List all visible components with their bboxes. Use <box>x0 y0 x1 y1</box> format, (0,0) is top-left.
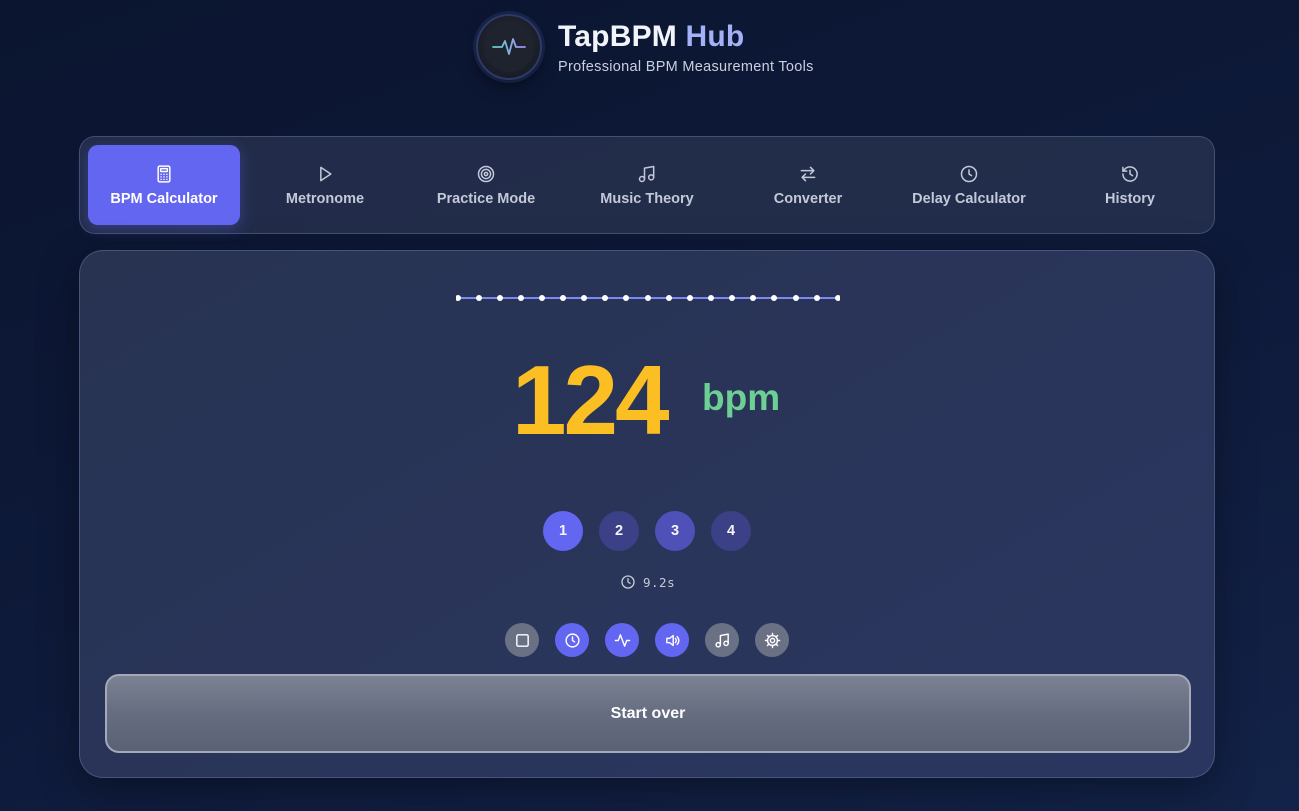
beat-indicator-2: 2 <box>599 511 639 551</box>
sound-toggle-button[interactable] <box>655 623 689 657</box>
tap-timeline <box>456 295 840 301</box>
app-subtitle: Professional BPM Measurement Tools <box>558 59 814 75</box>
app-title-accent: Hub <box>685 20 745 53</box>
clock-icon <box>960 165 978 182</box>
app-header: TapBPM Hub Professional BPM Measurement … <box>476 14 814 80</box>
tab-converter[interactable]: Converter <box>732 145 884 225</box>
clock-icon <box>564 632 580 648</box>
play-icon <box>320 166 332 181</box>
tab-music-theory[interactable]: Music Theory <box>571 145 723 225</box>
history-icon <box>1122 165 1138 182</box>
tab-label: Music Theory <box>600 190 694 207</box>
tab-practice-mode[interactable]: Practice Mode <box>410 145 562 225</box>
tab-label: Delay Calculator <box>912 190 1026 207</box>
pulse-wave-icon <box>484 22 534 72</box>
brand: TapBPM Hub Professional BPM Measurement … <box>558 19 814 75</box>
tab-bpm-calculator[interactable]: BPM Calculator <box>88 145 240 225</box>
bpm-calculator-panel: 124 bpm 1 2 3 4 9.2s Start over <box>79 250 1215 778</box>
tool-tabs: BPM Calculator Metronome Practice Mode M… <box>79 136 1215 234</box>
elapsed-time: 9.2s <box>643 574 676 590</box>
beat-indicator-3: 3 <box>655 511 695 551</box>
settings-button[interactable] <box>755 623 789 657</box>
beat-indicators: 1 2 3 4 <box>543 511 751 551</box>
settings-gear-icon <box>764 632 780 648</box>
tab-delay-calculator[interactable]: Delay Calculator <box>893 145 1045 225</box>
app-title-main: TapBPM <box>558 20 677 53</box>
target-icon <box>477 165 495 182</box>
stop-button[interactable] <box>505 623 539 657</box>
app-title: TapBPM Hub <box>558 19 814 55</box>
volume-icon <box>665 634 679 646</box>
pulse-toggle-button[interactable] <box>605 623 639 657</box>
music-toggle-button[interactable] <box>705 623 739 657</box>
start-over-button[interactable]: Start over <box>105 674 1191 753</box>
elapsed-timer: 9.2s <box>620 574 675 590</box>
tab-label: Practice Mode <box>436 190 536 207</box>
beat-indicator-4: 4 <box>711 511 751 551</box>
tab-metronome[interactable]: Metronome <box>249 145 401 225</box>
calculator-icon <box>157 164 171 183</box>
tab-label: Converter <box>773 190 843 207</box>
music-note-icon <box>714 632 729 648</box>
bpm-unit: bpm <box>702 377 781 418</box>
tab-label: BPM Calculator <box>110 190 218 207</box>
tab-history[interactable]: History <box>1054 145 1206 225</box>
clock-icon <box>621 575 635 589</box>
bpm-value: 124 <box>512 345 670 455</box>
activity-icon <box>614 633 630 647</box>
tab-label: Metronome <box>285 190 365 207</box>
timer-toggle-button[interactable] <box>555 623 589 657</box>
app-logo <box>476 14 542 80</box>
beat-indicator-1: 1 <box>543 511 583 551</box>
control-buttons <box>505 623 789 657</box>
swap-arrows-icon <box>800 166 816 181</box>
music-note-icon <box>638 165 655 182</box>
square-stop-icon <box>515 633 529 647</box>
tab-label: History <box>1105 190 1155 207</box>
